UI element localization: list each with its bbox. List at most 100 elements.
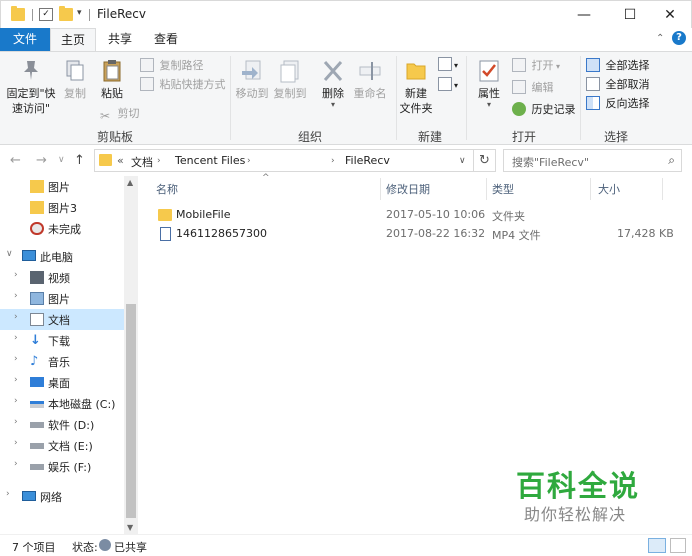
pin-quick-access-button[interactable]: 固定到"快 速访问" — [4, 58, 58, 116]
nav-item-desktop[interactable]: › 桌面 — [0, 372, 124, 393]
chevron-right-icon[interactable]: › — [14, 459, 18, 469]
paste-shortcut-button[interactable]: 粘贴快捷方式 — [140, 76, 226, 94]
nav-item-pictures3-folder[interactable]: 图片3 — [0, 197, 124, 218]
column-header-modified[interactable]: 修改日期 — [386, 181, 430, 197]
chevron-right-icon[interactable]: › — [14, 291, 18, 301]
qat-dropdown-icon[interactable]: ▾ — [77, 8, 82, 18]
paste-button[interactable]: 粘贴 — [94, 58, 130, 101]
chevron-right-icon[interactable]: › — [14, 375, 18, 385]
copy-path-button[interactable]: 复制路径 — [140, 57, 204, 75]
new-folder-icon[interactable] — [59, 6, 73, 21]
move-to-button[interactable]: 移动到 — [234, 58, 270, 101]
tab-view[interactable]: 查看 — [144, 28, 188, 52]
collapse-ribbon-icon[interactable]: ⌃ — [656, 33, 664, 44]
chevron-right-icon[interactable]: › — [247, 156, 251, 166]
chevron-right-icon[interactable]: › — [6, 489, 10, 499]
back-arrow-icon[interactable]: ← — [10, 153, 21, 168]
properties-dropdown-icon[interactable]: ▾ — [472, 101, 506, 109]
drive-icon — [30, 443, 44, 449]
nav-item-network[interactable]: › 网络 — [0, 486, 124, 507]
tab-home[interactable]: 主页 — [50, 28, 96, 52]
nav-item-videos[interactable]: › 视频 — [0, 267, 124, 288]
nav-item-label: 音乐 — [48, 356, 70, 369]
new-folder-button[interactable]: 新建 文件夹 — [398, 58, 434, 116]
chevron-right-icon[interactable]: › — [331, 156, 335, 166]
history-button[interactable]: 历史记录 — [512, 101, 576, 119]
delete-icon — [323, 61, 343, 81]
column-header-size[interactable]: 大小 — [598, 181, 620, 197]
refresh-button[interactable]: ↻ — [474, 149, 496, 172]
nav-item-unfinished[interactable]: 未完成 — [0, 218, 124, 239]
divider[interactable] — [590, 178, 591, 200]
open-button[interactable]: 打开 ▾ — [512, 57, 560, 75]
chevron-right-icon[interactable]: › — [14, 417, 18, 427]
scroll-up-icon[interactable]: ▲ — [127, 178, 133, 187]
chevron-right-icon[interactable]: › — [14, 438, 18, 448]
column-header-name[interactable]: 名称 — [156, 181, 178, 197]
search-icon[interactable]: ⌕ — [668, 153, 675, 168]
details-view-icon[interactable] — [648, 538, 666, 553]
breadcrumb-tencent-files[interactable]: Tencent Files — [175, 154, 245, 167]
nav-item-this-pc[interactable]: ∨ 此电脑 — [0, 246, 124, 267]
recent-locations-icon[interactable]: ∨ — [58, 155, 65, 165]
nav-item-documents[interactable]: › 文档 — [0, 309, 124, 330]
close-button[interactable]: ✕ — [647, 1, 692, 29]
divider[interactable] — [486, 178, 487, 200]
large-icons-view-icon[interactable] — [670, 538, 686, 553]
search-box[interactable]: 搜索"FileRecv" ⌕ — [503, 149, 682, 172]
nav-item-label: 网络 — [40, 491, 62, 504]
breadcrumb-filerecv[interactable]: FileRecv — [345, 154, 390, 167]
copy-button[interactable]: 复制 — [58, 58, 92, 101]
window-title: FileRecv — [97, 7, 146, 21]
delete-button[interactable]: 删除 ▾ — [316, 58, 350, 109]
table-row[interactable]: 1461128657300 2017-08-22 16:32 MP4 文件 17… — [152, 225, 682, 244]
nav-item-music[interactable]: › ♪ 音乐 — [0, 351, 124, 372]
invert-selection-button[interactable]: 反向选择 — [586, 95, 650, 113]
edit-button[interactable]: 编辑 — [512, 79, 554, 97]
copy-to-button[interactable]: 复制到 — [272, 58, 308, 101]
tab-file[interactable]: 文件 — [0, 28, 50, 52]
easy-access-button[interactable]: ▾ — [438, 76, 458, 94]
nav-item-drive-d[interactable]: › 软件 (D:) — [0, 414, 124, 435]
state-value: 已共享 — [114, 541, 147, 554]
properties-button[interactable]: 属性 ▾ — [472, 58, 506, 109]
select-none-button[interactable]: 全部取消 — [586, 76, 650, 94]
forward-arrow-icon[interactable]: → — [36, 153, 47, 168]
breadcrumb-documents[interactable]: 文档 — [131, 154, 153, 170]
nav-item-downloads[interactable]: › ↓ 下载 — [0, 330, 124, 351]
file-modified: 2017-08-22 16:32 — [386, 227, 486, 240]
select-all-button[interactable]: 全部选择 — [586, 57, 650, 75]
address-bar[interactable]: « 文档 › Tencent Files › › FileRecv ∨ — [94, 149, 474, 172]
properties-check-icon[interactable]: ✓ — [39, 8, 53, 21]
divider[interactable] — [662, 178, 663, 200]
cut-button[interactable]: ✂ 剪切 — [98, 105, 140, 123]
address-dropdown-icon[interactable]: ∨ — [459, 156, 466, 166]
search-input[interactable]: 搜索"FileRecv" — [512, 154, 589, 170]
chevron-right-icon[interactable]: › — [14, 333, 18, 343]
nav-item-pictures-folder[interactable]: 图片 — [0, 176, 124, 197]
column-header-type[interactable]: 类型 — [492, 181, 514, 197]
divider[interactable] — [380, 178, 381, 200]
chevron-down-icon[interactable]: ∨ — [6, 249, 13, 259]
chevron-right-icon[interactable]: › — [14, 354, 18, 364]
tab-share[interactable]: 共享 — [98, 28, 142, 52]
chevron-right-icon[interactable]: › — [14, 396, 18, 406]
minimize-button[interactable]: — — [561, 1, 607, 29]
nav-item-drive-e[interactable]: › 文档 (E:) — [0, 435, 124, 456]
new-item-button[interactable]: ▾ — [438, 56, 458, 74]
chevron-right-icon[interactable]: › — [157, 156, 161, 166]
up-arrow-icon[interactable]: ↑ — [74, 153, 85, 168]
table-row[interactable]: MobileFile 2017-05-10 10:06 文件夹 — [152, 206, 682, 225]
nav-item-drive-f[interactable]: › 娱乐 (F:) — [0, 456, 124, 477]
nav-item-pictures[interactable]: › 图片 — [0, 288, 124, 309]
delete-dropdown-icon[interactable]: ▾ — [316, 101, 350, 109]
rename-button[interactable]: 重命名 — [352, 58, 388, 101]
help-icon[interactable]: ? — [672, 31, 686, 45]
chevron-right-icon[interactable]: › — [14, 270, 18, 280]
nav-pane-scroll-thumb[interactable] — [126, 304, 136, 518]
folder-icon — [158, 209, 172, 221]
chevron-right-icon[interactable]: › — [14, 312, 18, 322]
nav-item-drive-c[interactable]: › 本地磁盘 (C:) — [0, 393, 124, 414]
breadcrumb-overflow[interactable]: « — [117, 154, 124, 167]
scroll-down-icon[interactable]: ▼ — [127, 523, 133, 532]
